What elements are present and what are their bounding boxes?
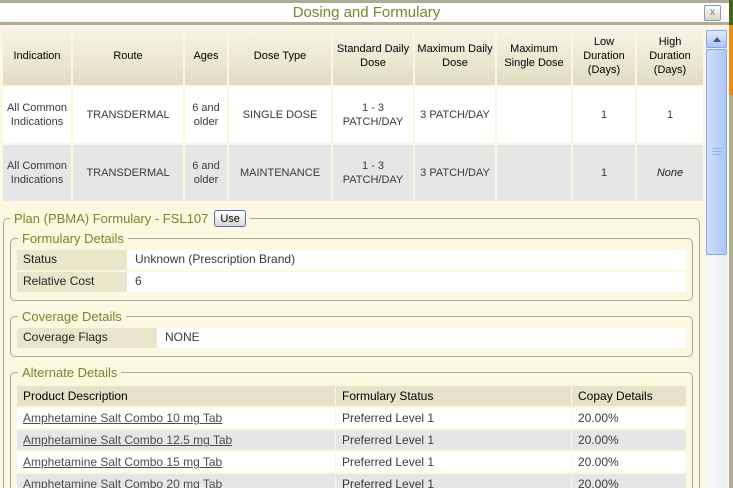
detail-row: Relative Cost6: [17, 272, 686, 292]
plan-formulary-legend: Plan (PBMA) Formulary - FSL107 Use: [10, 210, 250, 227]
coverage-details-legend: Coverage Details: [18, 309, 126, 324]
dosing-row: All Common IndicationsTRANSDERMAL6 and o…: [3, 145, 703, 201]
edge-orange-segment: [729, 25, 733, 95]
alternate-column-header: Product Description: [17, 386, 335, 406]
use-button[interactable]: Use: [214, 210, 246, 227]
dosing-cell-low-duration: 1: [573, 145, 635, 201]
dosing-table: IndicationRouteAgesDose TypeStandard Dai…: [1, 25, 705, 203]
dosing-cell-route: TRANSDERMAL: [73, 87, 183, 143]
alternate-row: Amphetamine Salt Combo 15 mg Tab Preferre…: [17, 452, 686, 472]
detail-value: Unknown (Prescription Brand): [127, 250, 686, 270]
dosing-cell-maximum-single-dose: [497, 87, 571, 143]
alternate-cell-copay: 20.00%: [572, 430, 686, 450]
plan-formulary-legend-text: Plan (PBMA) Formulary - FSL107: [14, 211, 208, 226]
detail-value: 6: [127, 272, 686, 292]
dosing-cell-standard-daily-dose: 1 - 3 PATCH/DAY: [333, 87, 413, 143]
dosing-cell-dose-type: MAINTENANCE: [229, 145, 331, 201]
dosing-row: All Common IndicationsTRANSDERMAL6 and o…: [3, 87, 703, 143]
detail-row: StatusUnknown (Prescription Brand): [17, 250, 686, 270]
dosing-cell-maximum-daily-dose: 3 PATCH/DAY: [415, 145, 495, 201]
detail-label: Status: [17, 250, 127, 270]
detail-label: Coverage Flags: [17, 328, 157, 348]
product-link[interactable]: Amphetamine Salt Combo 10 mg Tab: [23, 411, 222, 425]
dosing-column-header: Ages: [185, 27, 227, 85]
plan-formulary-section: Plan (PBMA) Formulary - FSL107 Use Formu…: [3, 210, 700, 488]
dosing-cell-indication: All Common Indications: [3, 145, 71, 201]
product-link[interactable]: Amphetamine Salt Combo 15 mg Tab: [23, 455, 222, 469]
edge-green-segment: [729, 0, 733, 25]
dosing-column-header: Low Duration (Days): [573, 27, 635, 85]
dosing-cell-low-duration: 1: [573, 87, 635, 143]
product-link[interactable]: Amphetamine Salt Combo 20 mg Tab: [23, 477, 222, 488]
dosing-cell-maximum-daily-dose: 3 PATCH/DAY: [415, 87, 495, 143]
scrollbar-thumb[interactable]: [706, 49, 727, 255]
alternate-cell-product: Amphetamine Salt Combo 20 mg Tab: [17, 474, 335, 488]
edge-tan-segment: [729, 95, 733, 488]
alternate-cell-product: Amphetamine Salt Combo 10 mg Tab: [17, 408, 335, 428]
alternate-header-row: Product DescriptionFormulary StatusCopay…: [17, 386, 686, 406]
dosing-cell-high-duration: 1: [637, 87, 703, 143]
detail-value: NONE: [157, 328, 686, 348]
alternate-column-header: Formulary Status: [336, 386, 571, 406]
vertical-scrollbar[interactable]: [706, 28, 727, 488]
dosing-cell-standard-daily-dose: 1 - 3 PATCH/DAY: [333, 145, 413, 201]
dosing-column-header: Maximum Single Dose: [497, 27, 571, 85]
detail-label: Relative Cost: [17, 272, 127, 292]
formulary-details-legend: Formulary Details: [18, 231, 128, 246]
alternate-cell-product: Amphetamine Salt Combo 15 mg Tab: [17, 452, 335, 472]
detail-row: Coverage FlagsNONE: [17, 328, 686, 348]
alternate-row: Amphetamine Salt Combo 10 mg Tab Preferre…: [17, 408, 686, 428]
dosing-header-row: IndicationRouteAgesDose TypeStandard Dai…: [3, 27, 703, 85]
scrollbar-grip-icon: [712, 148, 721, 156]
close-button[interactable]: x: [704, 5, 721, 21]
alternate-details-legend: Alternate Details: [18, 365, 121, 380]
dosing-cell-dose-type: SINGLE DOSE: [229, 87, 331, 143]
dosing-column-header: Standard Daily Dose: [333, 27, 413, 85]
close-icon: x: [710, 7, 715, 18]
dosing-cell-maximum-single-dose: [497, 145, 571, 201]
alternate-column-header: Copay Details: [572, 386, 686, 406]
scroll-up-icon: [713, 37, 721, 42]
scroll-up-button[interactable]: [706, 30, 727, 48]
alternate-row: Amphetamine Salt Combo 12.5 mg Tab Prefer…: [17, 430, 686, 450]
coverage-details-rows: Coverage FlagsNONE: [16, 328, 687, 348]
formulary-details-section: Formulary Details StatusUnknown (Prescri…: [10, 231, 693, 301]
alternate-cell-product: Amphetamine Salt Combo 12.5 mg Tab: [17, 430, 335, 450]
background-window-edge: [729, 0, 733, 488]
alternate-details-section: Alternate Details Product DescriptionFor…: [10, 365, 693, 488]
alternate-cell-copay: 20.00%: [572, 452, 686, 472]
dosing-cell-high-duration: None: [637, 145, 703, 201]
alternate-cell-status: Preferred Level 1: [336, 430, 571, 450]
alternate-row: Amphetamine Salt Combo 20 mg Tab Preferre…: [17, 474, 686, 488]
formulary-details-rows: StatusUnknown (Prescription Brand)Relati…: [16, 250, 687, 292]
dosing-column-header: Dose Type: [229, 27, 331, 85]
window-title: Dosing and Formulary: [293, 4, 441, 21]
dosing-table-area: IndicationRouteAgesDose TypeStandard Dai…: [0, 25, 733, 203]
product-link[interactable]: Amphetamine Salt Combo 12.5 mg Tab: [23, 433, 232, 447]
dosing-column-header: Route: [73, 27, 183, 85]
alternate-cell-status: Preferred Level 1: [336, 474, 571, 488]
dosing-column-header: Indication: [3, 27, 71, 85]
dosing-column-header: Maximum Daily Dose: [415, 27, 495, 85]
dosing-column-header: High Duration (Days): [637, 27, 703, 85]
alternate-cell-copay: 20.00%: [572, 474, 686, 488]
alternate-details-table: Product DescriptionFormulary StatusCopay…: [16, 384, 687, 488]
alternate-cell-status: Preferred Level 1: [336, 408, 571, 428]
alternate-cell-status: Preferred Level 1: [336, 452, 571, 472]
dosing-cell-ages: 6 and older: [185, 87, 227, 143]
window-titlebar: Dosing and Formulary x: [0, 3, 733, 25]
dosing-cell-ages: 6 and older: [185, 145, 227, 201]
alternate-cell-copay: 20.00%: [572, 408, 686, 428]
coverage-details-section: Coverage Details Coverage FlagsNONE: [10, 309, 693, 357]
dosing-cell-route: TRANSDERMAL: [73, 145, 183, 201]
dosing-cell-indication: All Common Indications: [3, 87, 71, 143]
